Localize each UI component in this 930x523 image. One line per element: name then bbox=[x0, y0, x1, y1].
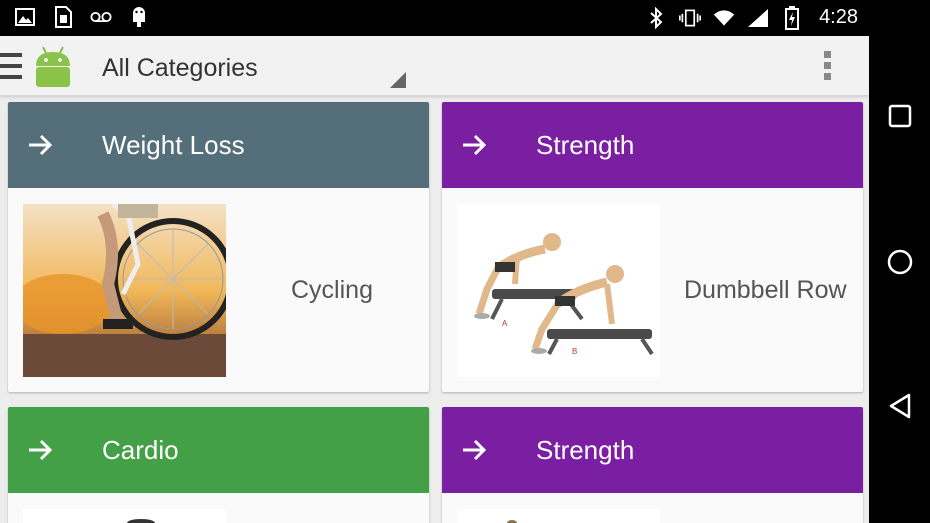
exercise-card[interactable]: Strength bbox=[442, 102, 863, 392]
battery-icon bbox=[781, 5, 803, 30]
home-icon bbox=[887, 249, 912, 275]
arrow-right-icon bbox=[463, 439, 487, 461]
exercise-card[interactable]: Weight Loss Cycling bbox=[8, 102, 429, 392]
card-category-title: Strength bbox=[536, 130, 635, 160]
category-spinner-value: All Categories bbox=[102, 54, 258, 82]
card-item-label: Cycling bbox=[291, 276, 373, 304]
card-header: Strength bbox=[442, 407, 863, 493]
card-category-title: Cardio bbox=[102, 435, 179, 465]
spinner-dropdown-icon bbox=[390, 72, 406, 88]
bluetooth-icon bbox=[645, 6, 667, 29]
exercise-card[interactable]: Strength bbox=[442, 407, 863, 523]
card-category-title: Strength bbox=[536, 435, 635, 465]
sim-icon bbox=[52, 6, 74, 28]
android-logo-icon[interactable] bbox=[32, 44, 74, 88]
cycling-photo bbox=[23, 204, 226, 377]
svg-text:B: B bbox=[572, 347, 577, 356]
back-button[interactable] bbox=[869, 376, 930, 436]
signal-icon bbox=[747, 7, 769, 29]
card-category-title: Weight Loss bbox=[102, 130, 245, 160]
recents-icon bbox=[888, 104, 911, 128]
vibrate-icon bbox=[679, 7, 702, 29]
card-header: Cardio bbox=[8, 407, 429, 493]
status-time: 4:28 bbox=[819, 6, 858, 28]
voicemail-icon bbox=[90, 6, 112, 28]
android-debug-icon bbox=[128, 6, 150, 28]
image-icon bbox=[14, 6, 36, 28]
card-item-label: Dumbbell Row bbox=[684, 276, 847, 304]
arrow-right-icon bbox=[463, 134, 487, 156]
dumbbell-row-photo: A B bbox=[457, 204, 660, 377]
exercise-card[interactable]: Cardio bbox=[8, 407, 429, 523]
cardio-photo bbox=[23, 509, 226, 523]
app-content: All Categories Weight Loss Cycling Stren… bbox=[0, 36, 869, 523]
strength-photo bbox=[457, 509, 660, 523]
navigation-bar bbox=[869, 36, 930, 523]
wifi-icon bbox=[713, 7, 735, 29]
home-button[interactable] bbox=[869, 232, 930, 292]
action-bar: All Categories bbox=[0, 36, 869, 96]
overflow-menu-icon[interactable] bbox=[818, 48, 838, 82]
drawer-menu-icon[interactable] bbox=[0, 49, 24, 83]
arrow-right-icon bbox=[29, 134, 53, 156]
recents-button[interactable] bbox=[869, 86, 930, 146]
arrow-right-icon bbox=[29, 439, 53, 461]
card-header: Strength bbox=[442, 102, 863, 188]
category-spinner[interactable]: All Categories bbox=[86, 46, 410, 90]
back-icon bbox=[889, 393, 910, 419]
card-header: Weight Loss bbox=[8, 102, 429, 188]
svg-text:A: A bbox=[502, 319, 508, 328]
status-bar: 4:28 bbox=[0, 0, 930, 36]
